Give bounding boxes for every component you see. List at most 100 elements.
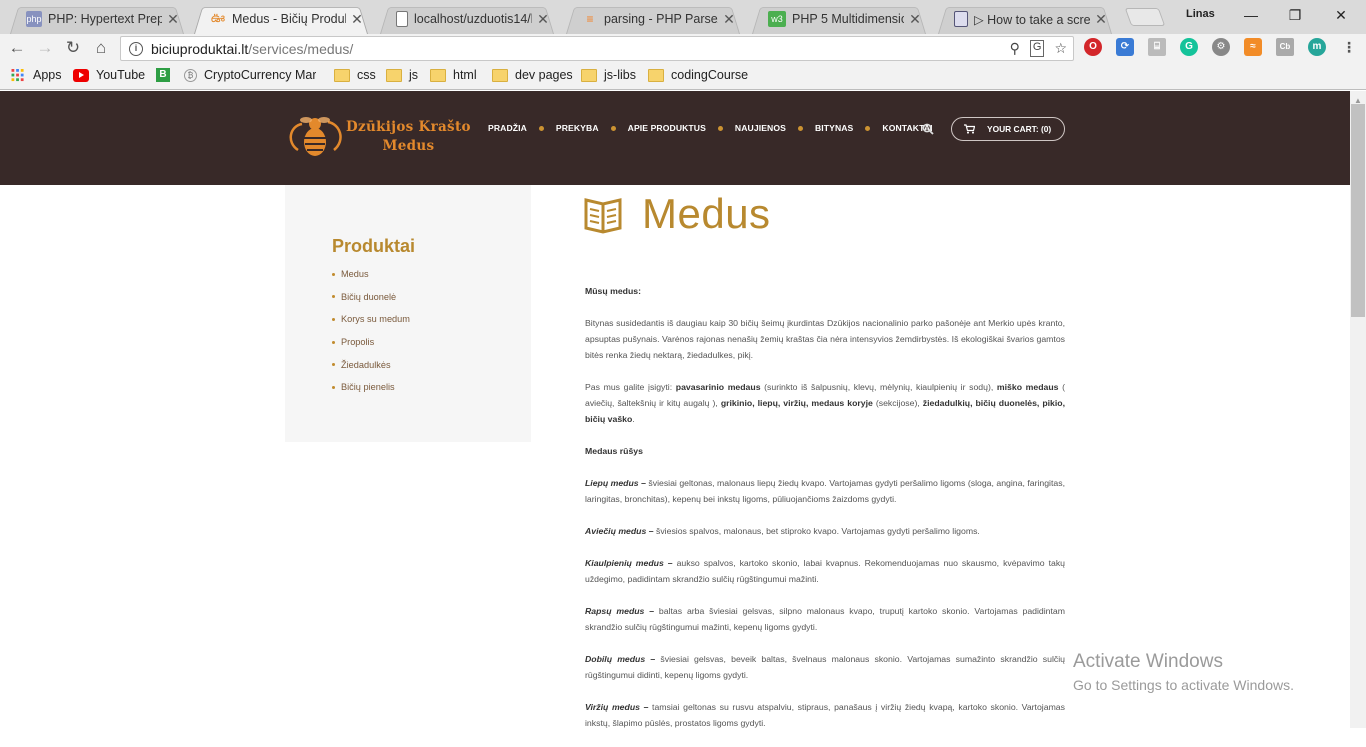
page-icon — [954, 11, 968, 27]
tab-medus[interactable]: ఊ Medus - Bičių Produktai ✕ — [188, 4, 374, 34]
nav-item-pradzia[interactable]: PRADŽIA — [488, 123, 527, 133]
opera-icon[interactable]: O — [1084, 38, 1102, 56]
tab-title: PHP 5 Multidimensional — [792, 12, 904, 26]
tab-screenshot[interactable]: ▷ How to take a screenshot ✕ — [932, 4, 1118, 34]
tab-title: PHP: Hypertext Preprocessor — [48, 12, 162, 26]
minimize-icon[interactable]: — — [1228, 4, 1274, 26]
site-logo-text[interactable]: Dzūkijos Krašto Medus — [346, 118, 471, 156]
bookmark-label: Apps — [33, 68, 62, 82]
profile-name[interactable]: Linas — [1186, 8, 1215, 20]
honey-type-dobilu: Dobilų medus – šviesiai gelsvas, beveik … — [585, 651, 1065, 683]
bookmark-folder-js[interactable]: js — [386, 68, 418, 82]
book-icon — [584, 198, 622, 234]
sidebar-item-label: Korys su medum — [341, 314, 410, 325]
bookmark-youtube[interactable]: YouTube — [73, 68, 145, 82]
w3schools-icon: w3 — [768, 11, 786, 27]
cart-button[interactable]: YOUR CART: (0) — [951, 117, 1065, 141]
back-icon[interactable]: ← — [6, 38, 28, 58]
product-highlight: miško medaus — [996, 382, 1059, 392]
bookmark-crypto[interactable]: ₿ CryptoCurrency Mark — [184, 68, 316, 82]
honey-type-name: Viržių medus – — [585, 702, 649, 712]
close-tab-icon[interactable]: ✕ — [350, 11, 364, 28]
product-highlight: grikinio, liepų, viržių, medaus koryje — [720, 398, 873, 408]
gear-icon[interactable]: ⚙ — [1212, 38, 1230, 56]
new-tab-button[interactable] — [1124, 8, 1166, 26]
sidebar-item-biciu-duonele[interactable]: Bičių duonelė — [332, 286, 410, 309]
close-window-icon[interactable]: ✕ — [1318, 4, 1364, 26]
close-tab-icon[interactable]: ✕ — [722, 11, 736, 28]
sidebar-item-ziedadulkes[interactable]: Žiedadulkės — [332, 353, 410, 376]
scrollbar-thumb[interactable] — [1351, 104, 1365, 317]
sidebar-item-label: Žiedadulkės — [341, 359, 391, 370]
nav-item-prekyba[interactable]: PREKYBA — [556, 123, 599, 133]
bookmark-apps[interactable]: Apps — [10, 68, 62, 82]
sidebar-item-korys[interactable]: Korys su medum — [332, 308, 410, 331]
bookmark-label: js — [409, 68, 419, 82]
main-nav: PRADŽIA PREKYBA APIE PRODUKTUS NAUJIENOS… — [488, 123, 933, 133]
logo-line-1: Dzūkijos Krašto — [346, 119, 471, 135]
bookmark-folder-dev-pages[interactable]: dev pages — [492, 68, 573, 82]
nav-item-naujienos[interactable]: NAUJIENOS — [735, 123, 786, 133]
pdf-icon[interactable]: ⌸ — [1148, 38, 1166, 56]
tab-title: parsing - PHP Parse/Syntax — [604, 12, 718, 26]
grammarly-icon[interactable]: G — [1180, 38, 1198, 56]
sidebar-item-biciu-pienelis[interactable]: Bičių pienelis — [332, 376, 410, 399]
bookmarks-bar: Apps YouTube B ₿ CryptoCurrency Mark css… — [0, 62, 1366, 90]
close-tab-icon[interactable]: ✕ — [166, 11, 180, 28]
tab-w3schools[interactable]: w3 PHP 5 Multidimensional ✕ — [746, 4, 932, 34]
bookmark-folder-coding-course[interactable]: codingCourse — [648, 68, 748, 82]
bookmark-star-icon[interactable]: ☆ — [1054, 40, 1067, 57]
honey-type-name: Aviečių medus – — [585, 526, 654, 536]
nav-item-apie-produktus[interactable]: APIE PRODUKTUS — [628, 123, 706, 133]
sidebar-item-label: Bičių pienelis — [341, 382, 395, 393]
nav-separator — [717, 125, 723, 131]
nav-item-bitynas[interactable]: BITYNAS — [815, 123, 853, 133]
avatar-icon[interactable]: m — [1308, 38, 1326, 56]
menu-icon[interactable]: ⋮ — [1340, 38, 1358, 56]
sidebar-list: Medus Bičių duonelė Korys su medum Propo… — [332, 263, 410, 399]
bookmark-folder-html[interactable]: html — [430, 68, 477, 82]
browser-tab-bar: php PHP: Hypertext Preprocessor ✕ ఊ Medu… — [0, 0, 1366, 34]
close-tab-icon[interactable]: ✕ — [536, 11, 550, 28]
folder-icon — [581, 68, 597, 82]
url-path: /services/medus/ — [248, 40, 354, 57]
tab-localhost[interactable]: localhost/uzduotis14/lin ✕ — [374, 4, 560, 34]
close-tab-icon[interactable]: ✕ — [908, 11, 922, 28]
bookmark-label: CryptoCurrency Mark — [204, 68, 316, 82]
intro-paragraph: Bitynas susidedantis iš daugiau kaip 30 … — [585, 318, 1065, 360]
sidebar-item-label: Bičių duonelė — [341, 291, 397, 302]
info-icon[interactable]: i — [129, 41, 143, 56]
bookmark-folder-css[interactable]: css — [334, 68, 376, 82]
tab-php[interactable]: php PHP: Hypertext Preprocessor ✕ — [4, 4, 190, 34]
bookmark-label: codingCourse — [671, 68, 749, 82]
text: . — [632, 414, 635, 424]
extension-icon[interactable]: ⟳ — [1116, 38, 1134, 56]
honey-type-virziu: Viržių medus – tamsiai geltonas su rusvu… — [585, 699, 1065, 731]
extension-icon[interactable]: ≈ — [1244, 38, 1262, 56]
zoom-icon[interactable]: ⚲ — [1010, 40, 1020, 57]
reload-icon[interactable]: ↻ — [62, 38, 84, 58]
address-bar[interactable]: i biciuproduktai.lt/services/medus/ ⚲ G … — [120, 36, 1074, 61]
home-icon[interactable]: ⌂ — [90, 38, 112, 58]
types-heading: Medaus rūšys — [585, 446, 643, 456]
tab-stackoverflow[interactable]: ≡ parsing - PHP Parse/Syntax ✕ — [560, 4, 746, 34]
watermark-line-1: Activate Windows — [1073, 651, 1223, 672]
translate-icon[interactable]: G — [1029, 40, 1045, 57]
sidebar-item-propolis[interactable]: Propolis — [332, 331, 410, 354]
cart-icon — [964, 124, 975, 134]
close-tab-icon[interactable]: ✕ — [1094, 11, 1108, 28]
bookmark-b[interactable]: B — [156, 68, 177, 82]
bookmark-folder-js-libs[interactable]: js-libs — [581, 68, 636, 82]
page-icon — [396, 11, 408, 27]
stackoverflow-icon: ≡ — [586, 12, 594, 26]
forward-icon[interactable]: → — [34, 38, 56, 58]
honey-type-desc: tamsiai geltonas su rusvu atspalviu, sti… — [585, 702, 1065, 728]
bookmark-label: dev pages — [515, 68, 573, 82]
restore-icon[interactable]: ❐ — [1272, 4, 1318, 26]
honey-type-rapsu: Rapsų medus – baltas arba šviesiai gelsv… — [585, 603, 1065, 635]
honey-type-kiaulpieniu: Kiaulpienių medus – aukso spalvos, karto… — [585, 555, 1065, 587]
extension-icon[interactable]: Cb — [1276, 38, 1294, 56]
sidebar-item-medus[interactable]: Medus — [332, 263, 410, 286]
search-icon[interactable] — [922, 123, 934, 135]
honey-type-desc: šviesiai geltonas, malonaus liepų žiedų … — [585, 478, 1065, 504]
